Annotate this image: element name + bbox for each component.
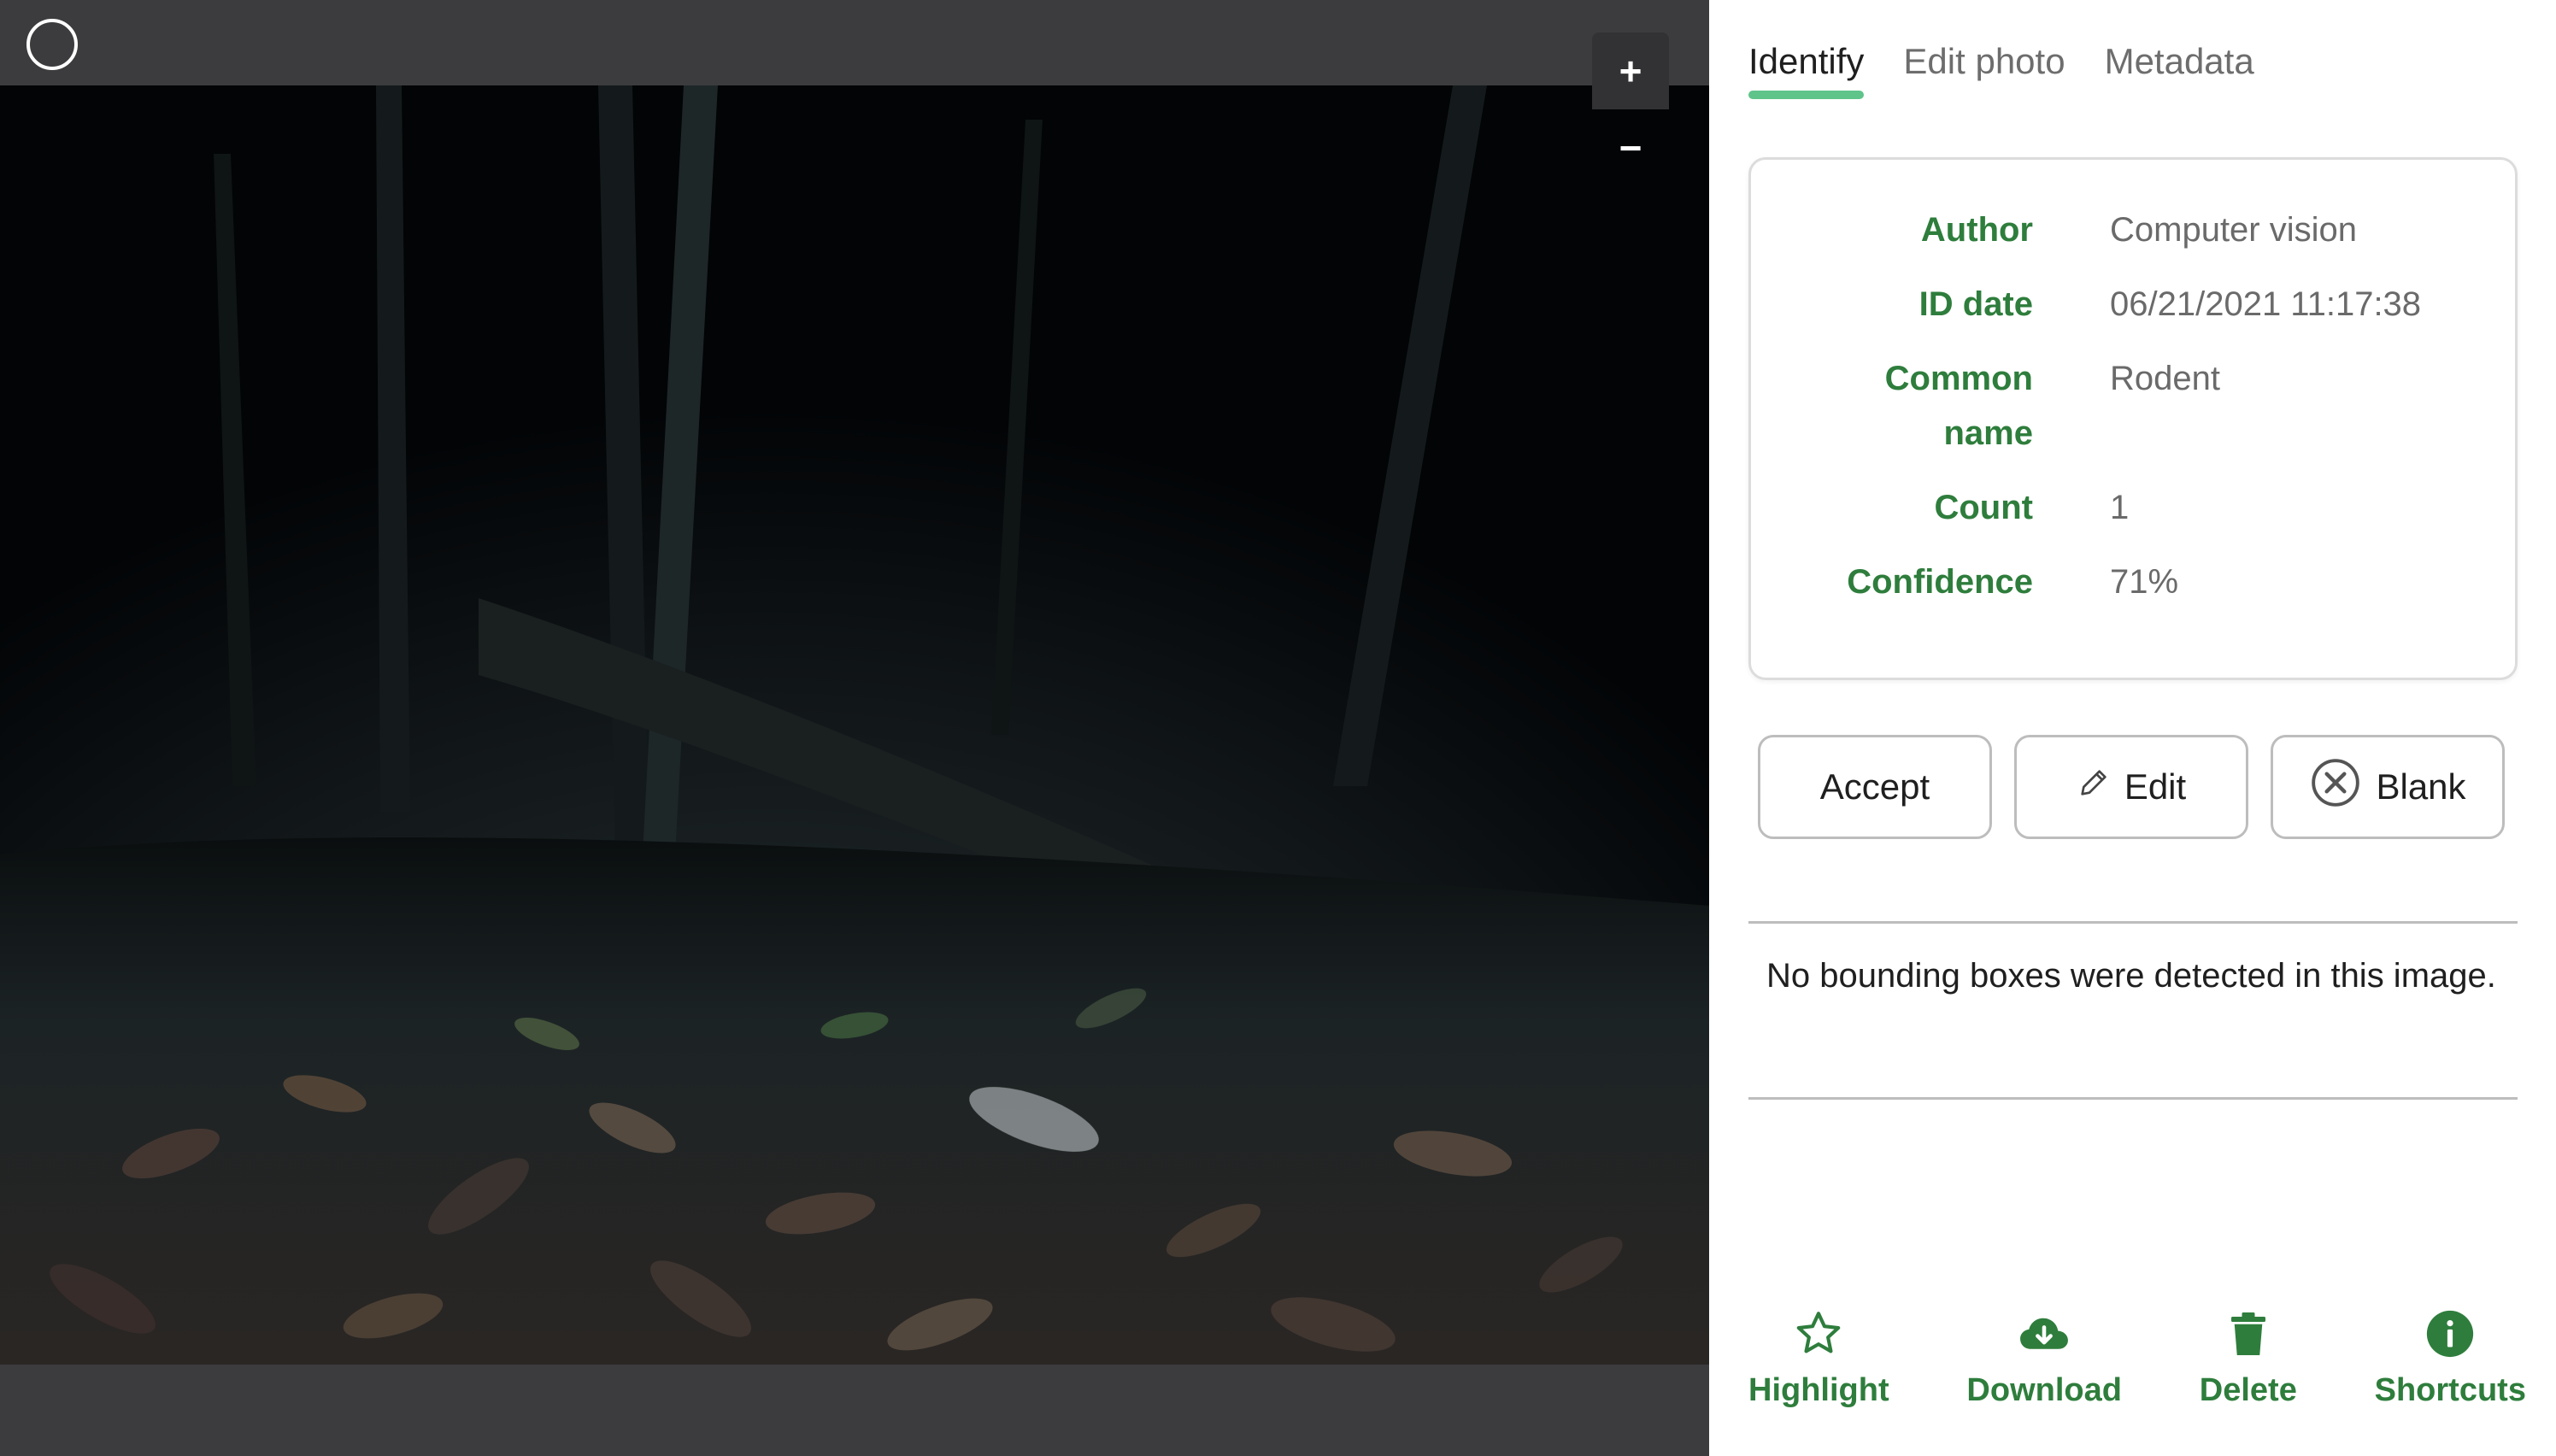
panel-tabs: Identify Edit photo Metadata — [1748, 41, 2254, 99]
count-value: 1 — [2110, 489, 2130, 526]
common-name-label-line1: Common — [1884, 360, 2033, 397]
identification-card: Author Computer vision ID date 06/21/202… — [1748, 157, 2518, 680]
tab-metadata[interactable]: Metadata — [2105, 41, 2254, 99]
author-value: Computer vision — [2110, 211, 2358, 249]
count-label: Count — [1934, 489, 2033, 526]
download-label: Download — [1966, 1372, 2122, 1408]
blank-button[interactable]: Blank — [2271, 735, 2505, 839]
divider-bottom — [1748, 1097, 2518, 1100]
confidence-label: Confidence — [1847, 563, 2033, 601]
author-label: Author — [1920, 211, 2033, 249]
id-date-value: 06/21/2021 11:17:38 — [2110, 285, 2422, 323]
delete-label: Delete — [2199, 1372, 2297, 1408]
identification-actions: Accept Edit Blank — [1758, 735, 2505, 839]
cloud-download-icon — [2016, 1307, 2072, 1360]
common-name-row: Common name Rodent — [1751, 351, 2520, 461]
zoom-in-button[interactable]: + — [1592, 32, 1669, 109]
highlight-label: Highlight — [1748, 1372, 1889, 1408]
highlight-button[interactable]: Highlight — [1748, 1307, 1889, 1409]
shortcuts-label: Shortcuts — [2374, 1372, 2526, 1408]
count-row: Count 1 — [1751, 480, 2520, 535]
tab-identify[interactable]: Identify — [1748, 41, 1865, 99]
common-name-label-line2: name — [1943, 414, 2034, 452]
common-name-label: Common name — [1751, 351, 2033, 461]
common-name-value: Rodent — [2110, 360, 2220, 397]
accept-button-label: Accept — [1819, 766, 1930, 807]
confidence-row: Confidence 71% — [1751, 555, 2520, 609]
close-circle-icon — [2309, 756, 2362, 818]
delete-button[interactable]: Delete — [2200, 1307, 2297, 1409]
trash-icon — [2223, 1307, 2274, 1360]
zoom-controls: + − — [1592, 32, 1669, 186]
author-row: Author Computer vision — [1751, 203, 2520, 257]
select-circle-icon[interactable] — [26, 19, 78, 70]
download-button[interactable]: Download — [1966, 1307, 2122, 1409]
accept-button[interactable]: Accept — [1758, 735, 1992, 839]
divider-top — [1748, 921, 2518, 924]
bottom-toolbar: Highlight Download Delete Shortcuts — [1748, 1307, 2526, 1409]
info-icon — [2424, 1307, 2477, 1360]
camera-trap-photo[interactable] — [0, 85, 1709, 1365]
image-viewer: + − — [0, 0, 1709, 1456]
pencil-icon — [2077, 766, 2111, 808]
blank-button-label: Blank — [2376, 766, 2466, 807]
id-date-row: ID date 06/21/2021 11:17:38 — [1751, 277, 2520, 332]
identification-panel: Identify Edit photo Metadata Author Comp… — [1709, 0, 2556, 1456]
tab-edit-photo[interactable]: Edit photo — [1903, 41, 2065, 99]
zoom-out-button[interactable]: − — [1592, 109, 1669, 186]
detection-message: No bounding boxes were detected in this … — [1766, 957, 2496, 995]
star-icon — [1792, 1307, 1845, 1360]
shortcuts-button[interactable]: Shortcuts — [2375, 1307, 2526, 1409]
edit-button[interactable]: Edit — [2014, 735, 2248, 839]
id-date-label: ID date — [1918, 285, 2033, 323]
confidence-value: 71% — [2110, 563, 2179, 601]
edit-button-label: Edit — [2124, 766, 2187, 807]
